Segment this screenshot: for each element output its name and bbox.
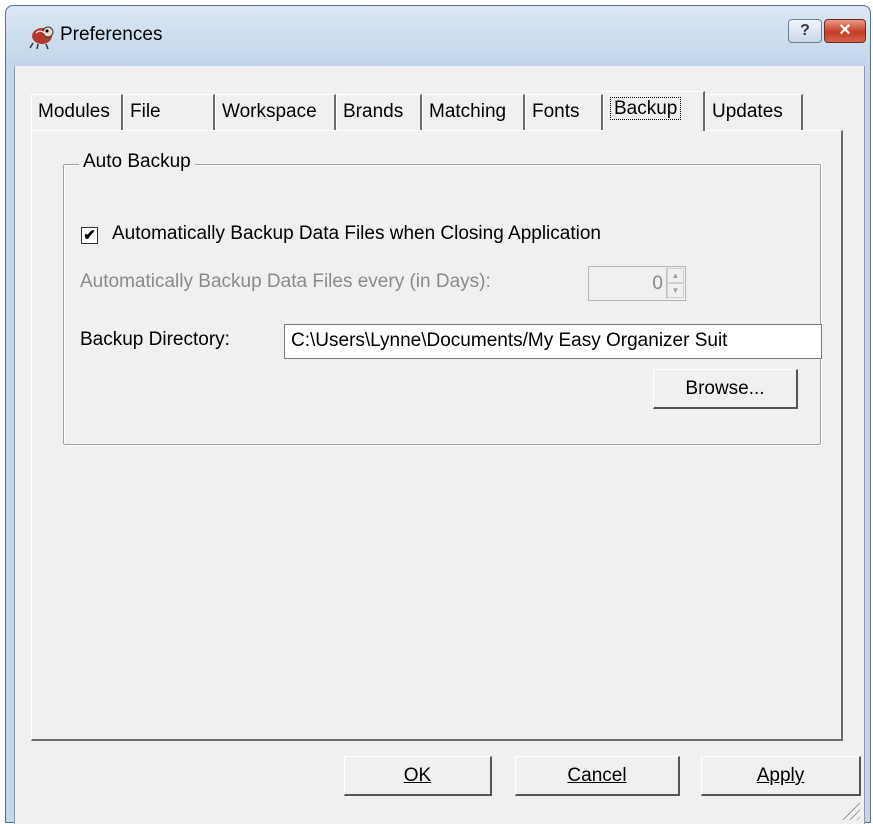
- tab-label: File: [130, 101, 161, 122]
- tab-workspace[interactable]: Workspace: [215, 94, 336, 130]
- tab-brands[interactable]: Brands: [336, 94, 422, 130]
- auto-backup-group-title: Auto Backup: [79, 151, 195, 173]
- preferences-window: Preferences ? ✕ Modules File Workspace B…: [5, 5, 871, 824]
- apply-button[interactable]: Apply: [701, 756, 861, 796]
- cancel-button-label: Cancel: [567, 765, 627, 786]
- backup-on-close-checkbox[interactable]: ✔: [81, 227, 98, 244]
- resize-grip-icon[interactable]: [842, 802, 860, 820]
- title-bar[interactable]: Preferences ? ✕: [6, 6, 870, 66]
- backup-tab-panel: Auto Backup ✔ Automatically Backup Data …: [31, 130, 843, 741]
- cancel-button[interactable]: Cancel: [515, 756, 680, 796]
- apply-button-label: Apply: [756, 765, 805, 786]
- tab-label: Fonts: [532, 101, 580, 122]
- spin-down-arrow-icon[interactable]: ▼: [667, 283, 684, 298]
- dialog-client-area: Modules File Workspace Brands Matching F…: [14, 66, 865, 824]
- backup-directory-input[interactable]: C:\Users\Lynne\Documents/My Easy Organiz…: [284, 324, 822, 359]
- backup-days-spinner[interactable]: 0 ▲ ▼: [588, 266, 686, 301]
- tab-label: Workspace: [222, 101, 317, 122]
- ok-button-label: OK: [403, 765, 432, 786]
- tab-label: Updates: [712, 101, 783, 122]
- spin-up-arrow-icon[interactable]: ▲: [667, 268, 684, 283]
- browse-button[interactable]: Browse...: [653, 369, 798, 409]
- backup-directory-label: Backup Directory:: [80, 329, 230, 350]
- backup-days-value: 0: [652, 273, 663, 294]
- backup-every-days-label: Automatically Backup Data Files every (i…: [80, 271, 491, 292]
- backup-on-close-label[interactable]: Automatically Backup Data Files when Clo…: [112, 223, 601, 245]
- tab-label: Backup: [610, 97, 682, 120]
- app-logo-icon: [29, 26, 54, 50]
- tab-fonts[interactable]: Fonts: [525, 94, 603, 130]
- tab-label: Modules: [38, 101, 110, 122]
- help-button[interactable]: ?: [788, 19, 822, 43]
- tab-label: Brands: [343, 101, 404, 122]
- tab-label: Matching: [429, 101, 507, 122]
- tab-file[interactable]: File: [123, 94, 215, 130]
- tab-backup[interactable]: Backup: [603, 91, 705, 131]
- window-title: Preferences: [60, 24, 163, 45]
- close-button[interactable]: ✕: [824, 19, 866, 43]
- tab-updates[interactable]: Updates: [705, 94, 803, 130]
- tab-matching[interactable]: Matching: [422, 94, 525, 130]
- ok-button[interactable]: OK: [344, 756, 492, 796]
- tab-modules[interactable]: Modules: [31, 94, 123, 130]
- spinner-arrows: ▲ ▼: [666, 268, 684, 299]
